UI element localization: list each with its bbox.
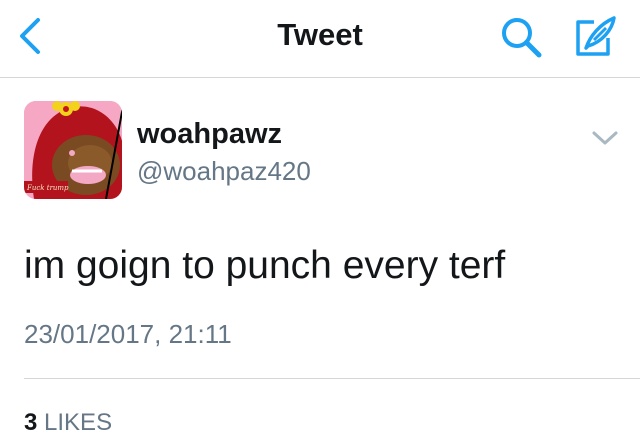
divider (24, 378, 640, 379)
likes-count-link[interactable]: 3 LIKES (24, 409, 112, 437)
user-handle[interactable]: @woahpaz420 (137, 156, 311, 187)
search-icon (502, 18, 542, 58)
compose-feather-icon (576, 16, 616, 56)
likes-count: 3 (24, 409, 38, 436)
more-options-button[interactable] (590, 128, 620, 148)
tweet-text: im goign to punch every terf (24, 244, 506, 287)
avatar[interactable]: Fuck trump (24, 101, 122, 199)
svg-text:Fuck trump: Fuck trump (26, 184, 69, 192)
search-button[interactable] (498, 14, 544, 60)
display-name[interactable]: woahpawz (137, 118, 282, 151)
tweet-timestamp: 23/01/2017, 21:11 (24, 319, 232, 349)
navigation-bar: Tweet (0, 0, 640, 78)
compose-button[interactable] (570, 14, 618, 60)
page-title: Tweet (277, 17, 363, 52)
likes-label: LIKES (44, 409, 113, 436)
chevron-down-icon (592, 131, 618, 145)
